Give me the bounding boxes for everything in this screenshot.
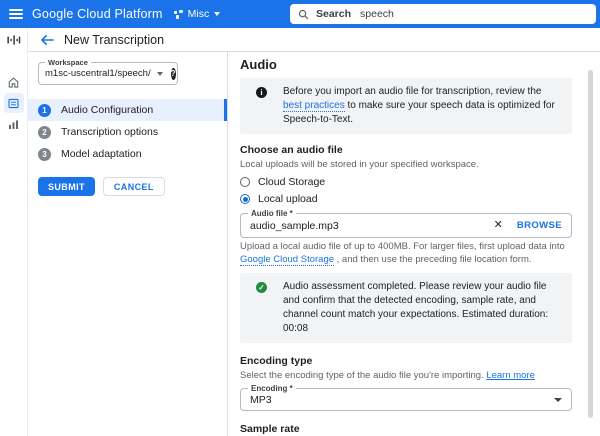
menu-icon[interactable]: [9, 9, 23, 19]
helper-after: , and then use the preceding file locati…: [334, 254, 532, 265]
step-number-badge: 1: [38, 103, 51, 117]
info-text-before: Before you import an audio file for tran…: [283, 86, 542, 97]
assessment-text: Audio assessment completed. Please revie…: [283, 281, 549, 334]
workspace-value: m1sc-uscentral1/speech/: [45, 68, 151, 79]
encoding-select[interactable]: Encoding * MP3: [240, 384, 572, 411]
step-audio-configuration[interactable]: 1 Audio Configuration: [28, 99, 227, 121]
chevron-down-icon: [156, 71, 163, 76]
workspace-label: Workspace: [45, 58, 91, 67]
helper-before: Upload a local audio file of up to 400MB…: [240, 241, 565, 252]
browse-button[interactable]: BROWSE: [517, 220, 562, 231]
project-switcher[interactable]: Misc: [173, 8, 221, 20]
project-name: Misc: [187, 8, 210, 20]
check-icon: ✓: [256, 282, 267, 293]
encoding-label: Encoding *: [248, 384, 296, 393]
encoding-learn-more-link[interactable]: Learn more: [486, 370, 535, 381]
submit-button[interactable]: SUBMIT: [38, 177, 95, 196]
encoding-value: MP3: [250, 393, 272, 406]
help-icon[interactable]: ?: [170, 67, 176, 80]
gcs-link[interactable]: Google Cloud Storage: [240, 254, 335, 266]
search-query: speech: [360, 8, 394, 20]
step-label: Transcription options: [61, 126, 159, 138]
step-model-adaptation[interactable]: 3 Model adaptation: [28, 143, 227, 165]
choose-audio-file-subtitle: Local uploads will be stored in your spe…: [240, 159, 479, 170]
encoding-desc: Select the encoding type of the audio fi…: [240, 369, 572, 382]
top-header: Google Cloud Platform Misc Search speech: [0, 0, 600, 28]
audio-file-value[interactable]: audio_sample.mp3: [250, 220, 494, 232]
back-button[interactable]: [40, 34, 54, 46]
step-label: Model adaptation: [61, 148, 142, 160]
assessment-banner: ✓ Audio assessment completed. Please rev…: [240, 273, 572, 343]
rail-item-home[interactable]: [4, 72, 24, 92]
clear-file-icon[interactable]: ✕: [494, 220, 503, 231]
home-icon: [8, 76, 19, 88]
encoding-desc-text: Select the encoding type of the audio fi…: [240, 370, 487, 381]
page-title: New Transcription: [64, 32, 165, 47]
vertical-scrollbar[interactable]: [588, 70, 593, 418]
app-window: Google Cloud Platform Misc Search speech: [0, 0, 600, 436]
audio-form: Audio i Before you import an audio file …: [228, 52, 600, 436]
radio-selected-icon: [240, 194, 250, 204]
upload-helper-text: Upload a local audio file of up to 400MB…: [240, 240, 572, 266]
sample-rate-title: Sample rate: [240, 423, 300, 435]
project-icon: [173, 9, 183, 19]
search-label: Search: [316, 8, 352, 20]
cancel-button[interactable]: CANCEL: [102, 177, 165, 196]
step-number-badge: 2: [38, 125, 51, 139]
transcriptions-list-icon: [8, 98, 19, 108]
radio-cloud-storage[interactable]: Cloud Storage: [240, 176, 572, 188]
step-transcription-options[interactable]: 2 Transcription options: [28, 121, 227, 143]
titlebar: New Transcription: [28, 28, 600, 52]
step-list: 1 Audio Configuration 2 Transcription op…: [28, 99, 227, 165]
step-number-badge: 3: [38, 147, 51, 161]
chevron-down-icon[interactable]: [554, 397, 562, 402]
radio-icon: [240, 177, 250, 187]
workspace-select[interactable]: Workspace m1sc-uscentral1/speech/ ?: [38, 58, 178, 85]
left-icon-rail: [0, 28, 28, 436]
step-label: Audio Configuration: [61, 104, 154, 116]
radio-label: Local upload: [258, 193, 318, 205]
speech-waveform-logo-icon[interactable]: [4, 30, 24, 50]
back-arrow-icon: [41, 34, 54, 45]
rail-item-transcriptions[interactable]: [3, 93, 24, 113]
info-banner: i Before you import an audio file for tr…: [240, 78, 572, 134]
config-panel: Workspace m1sc-uscentral1/speech/ ? 1 Au…: [28, 52, 228, 436]
audio-file-field[interactable]: Audio file * audio_sample.mp3 ✕ BROWSE: [240, 209, 572, 238]
radio-label: Cloud Storage: [258, 176, 326, 188]
rail-item-metrics[interactable]: [4, 114, 24, 134]
info-icon: i: [256, 87, 267, 98]
chevron-down-icon: [214, 12, 221, 16]
info-banner-text: Before you import an audio file for tran…: [283, 85, 560, 127]
audio-file-label: Audio file *: [248, 209, 296, 218]
search-bar[interactable]: Search speech: [290, 4, 596, 24]
search-icon: [298, 9, 309, 19]
best-practices-link[interactable]: best practices: [283, 100, 345, 112]
choose-audio-file-title: Choose an audio file: [240, 144, 343, 156]
metrics-chart-icon: [9, 119, 18, 129]
radio-local-upload[interactable]: Local upload: [240, 193, 572, 205]
encoding-type-title: Encoding type: [240, 355, 313, 367]
section-heading-audio: Audio: [240, 57, 277, 72]
brand-logo[interactable]: Google Cloud Platform: [32, 7, 163, 21]
